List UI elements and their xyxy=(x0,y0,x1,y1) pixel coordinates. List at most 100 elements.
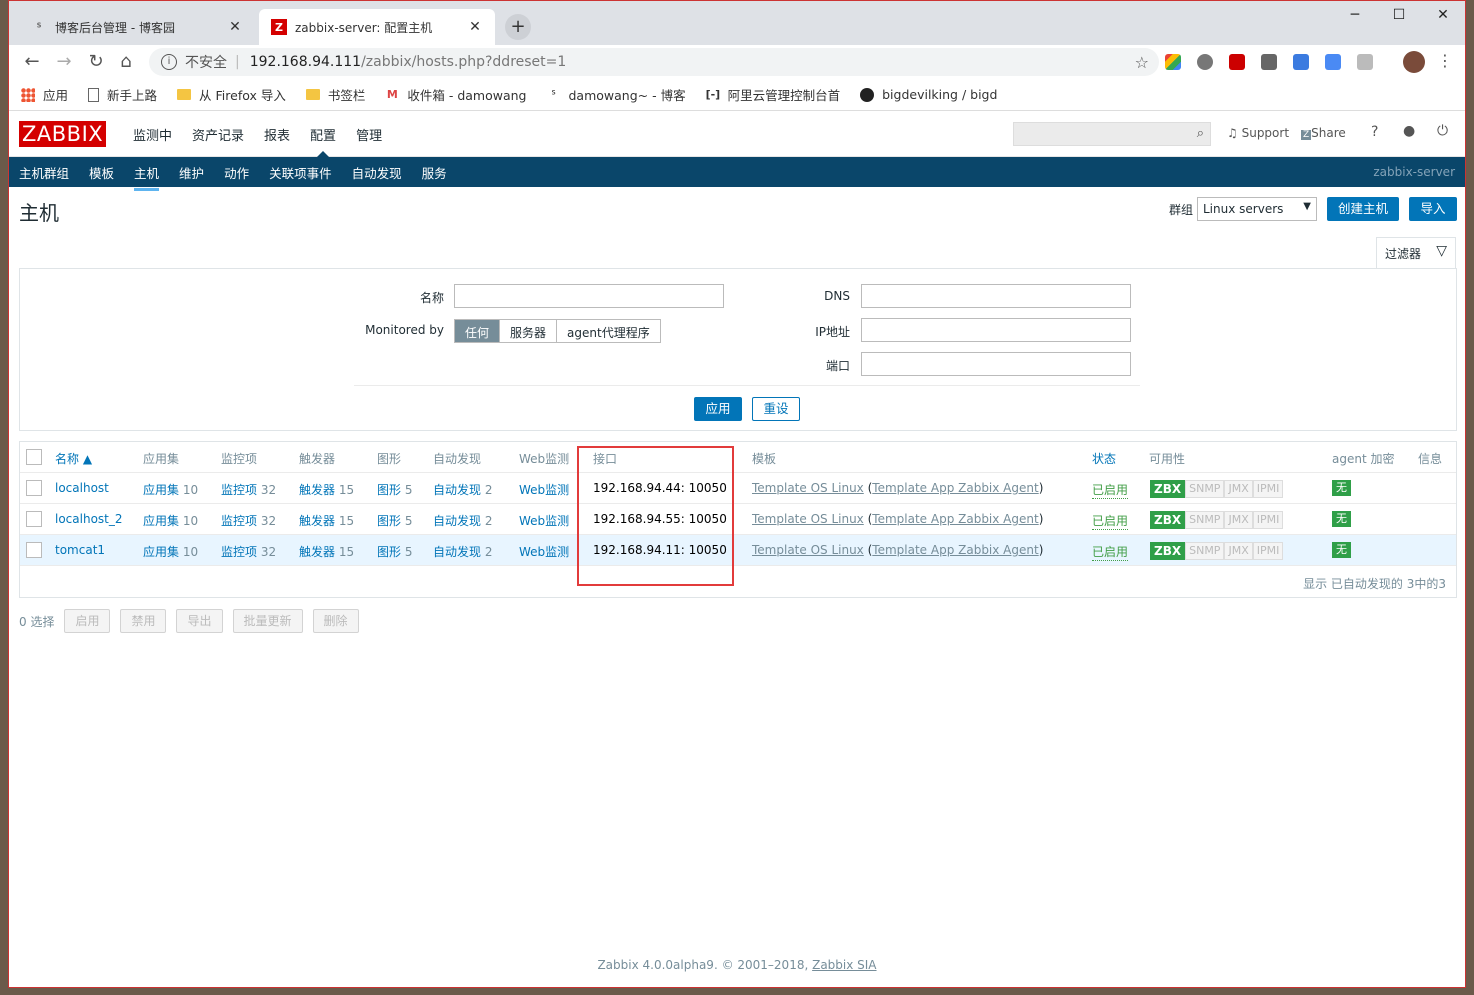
template-link[interactable]: Template OS Linux xyxy=(752,512,864,526)
tab-cnblogs[interactable]: ᔆ 博客后台管理 - 博客园 ✕ xyxy=(19,9,255,45)
power-icon[interactable]: ⏻ xyxy=(1437,123,1448,139)
home-icon[interactable]: ⌂ xyxy=(115,51,137,73)
delete-button[interactable]: 删除 xyxy=(312,609,359,633)
web-link[interactable]: Web监测 xyxy=(519,481,569,498)
import-button[interactable]: 导入 xyxy=(1409,197,1457,221)
star-icon[interactable]: ☆ xyxy=(1135,53,1149,72)
extension-icon[interactable] xyxy=(1165,54,1181,70)
graphs-link[interactable]: 图形 5 xyxy=(377,512,412,529)
bookmark-getting-started[interactable]: 新手上路 xyxy=(88,85,157,104)
apps-link[interactable]: 应用集 10 xyxy=(143,543,198,560)
menu-inventory[interactable]: 资产记录 xyxy=(192,125,244,144)
triggers-link[interactable]: 触发器 15 xyxy=(299,543,354,560)
minimize-button[interactable]: ─ xyxy=(1337,7,1373,23)
template-link[interactable]: Template OS Linux xyxy=(752,481,864,495)
template-link[interactable]: Template App Zabbix Agent xyxy=(872,543,1038,557)
menu-reports[interactable]: 报表 xyxy=(264,125,290,144)
menu-icon[interactable]: ⋮ xyxy=(1437,51,1453,70)
avatar[interactable] xyxy=(1403,51,1425,73)
apps-link[interactable]: 应用集 10 xyxy=(143,512,198,529)
status-badge[interactable]: 已启用 xyxy=(1092,481,1129,499)
disable-button[interactable]: 禁用 xyxy=(120,609,167,633)
search-input[interactable]: ⌕ xyxy=(1013,122,1211,146)
submenu-discovery[interactable]: 自动发现 xyxy=(352,163,402,182)
discovery-link[interactable]: 自动发现 2 xyxy=(433,543,492,560)
close-window-button[interactable]: ✕ xyxy=(1425,7,1461,23)
port-input[interactable] xyxy=(861,352,1131,376)
bookmark-cnblogs[interactable]: ᔆ damowang~ - 博客 xyxy=(547,85,685,104)
mass-update-button[interactable]: 批量更新 xyxy=(232,609,303,633)
bookmark-github[interactable]: bigdevilking / bigd xyxy=(860,87,997,102)
extension-icon[interactable] xyxy=(1293,54,1309,70)
template-link[interactable]: Template OS Linux xyxy=(752,543,864,557)
submenu-services[interactable]: 服务 xyxy=(422,163,447,182)
footer-link[interactable]: Zabbix SIA xyxy=(812,958,876,972)
create-host-button[interactable]: 创建主机 xyxy=(1327,197,1399,221)
submenu-host-groups[interactable]: 主机群组 xyxy=(19,163,69,182)
select-all-checkbox[interactable] xyxy=(26,449,42,465)
items-link[interactable]: 监控项 32 xyxy=(221,512,276,529)
row-checkbox[interactable] xyxy=(26,511,42,527)
monitored-any[interactable]: 任何 xyxy=(455,320,501,342)
extension-icon[interactable] xyxy=(1197,54,1213,70)
row-checkbox[interactable] xyxy=(26,542,42,558)
menu-administration[interactable]: 管理 xyxy=(356,125,382,144)
template-link[interactable]: Template App Zabbix Agent xyxy=(872,481,1038,495)
web-link[interactable]: Web监测 xyxy=(519,543,569,560)
triggers-link[interactable]: 触发器 15 xyxy=(299,512,354,529)
address-bar[interactable]: i 不安全 | 192.168.94.111 /zabbix/hosts.php… xyxy=(149,48,1159,76)
filter-tab[interactable]: 过滤器 ▽ xyxy=(1376,237,1456,269)
group-select[interactable]: Linux servers ▼ xyxy=(1197,197,1317,221)
items-link[interactable]: 监控项 32 xyxy=(221,481,276,498)
monitored-proxy[interactable]: agent代理程序 xyxy=(557,320,660,342)
col-status[interactable]: 状态 xyxy=(1092,450,1116,467)
graphs-link[interactable]: 图形 5 xyxy=(377,481,412,498)
bookmark-aliyun[interactable]: [-] 阿里云管理控制台首 xyxy=(706,85,841,104)
menu-monitoring[interactable]: 监测中 xyxy=(133,125,172,144)
name-input[interactable] xyxy=(454,284,724,308)
zabbix-logo[interactable]: ZABBIX xyxy=(19,121,107,147)
mail-icon[interactable] xyxy=(1261,54,1277,70)
col-name[interactable]: 名称 ▲ xyxy=(55,450,92,467)
graphs-link[interactable]: 图形 5 xyxy=(377,543,412,560)
status-badge[interactable]: 已启用 xyxy=(1092,543,1129,561)
forward-icon[interactable]: → xyxy=(53,51,75,73)
apply-button[interactable]: 应用 xyxy=(694,397,742,421)
close-icon[interactable]: ✕ xyxy=(227,19,243,35)
discovery-link[interactable]: 自动发现 2 xyxy=(433,481,492,498)
items-link[interactable]: 监控项 32 xyxy=(221,543,276,560)
bookmark-firefox-import[interactable]: 从 Firefox 导入 xyxy=(177,85,286,104)
user-icon[interactable]: ● xyxy=(1403,123,1415,139)
enable-button[interactable]: 启用 xyxy=(64,609,111,633)
support-link[interactable]: ♫ Support xyxy=(1227,126,1289,140)
dns-input[interactable] xyxy=(861,284,1131,308)
menu-configuration[interactable]: 配置 xyxy=(310,125,336,158)
new-tab-button[interactable]: + xyxy=(505,14,531,40)
reset-button[interactable]: 重设 xyxy=(752,397,800,421)
triggers-link[interactable]: 触发器 15 xyxy=(299,481,354,498)
host-name-link[interactable]: tomcat1 xyxy=(55,543,105,557)
submenu-templates[interactable]: 模板 xyxy=(89,163,114,182)
host-name-link[interactable]: localhost_2 xyxy=(55,512,123,526)
export-button[interactable]: 导出 xyxy=(176,609,223,633)
bookmark-folder[interactable]: 书签栏 xyxy=(305,85,365,104)
submenu-correlation[interactable]: 关联项事件 xyxy=(269,163,332,182)
submenu-hosts[interactable]: 主机 xyxy=(134,163,160,191)
bookmark-apps[interactable]: 应用 xyxy=(21,85,68,104)
close-icon[interactable]: ✕ xyxy=(467,19,483,35)
discovery-link[interactable]: 自动发现 2 xyxy=(433,512,492,529)
template-link[interactable]: Template App Zabbix Agent xyxy=(872,512,1038,526)
submenu-maintenance[interactable]: 维护 xyxy=(179,163,204,182)
translate-icon[interactable] xyxy=(1325,54,1341,70)
submenu-actions[interactable]: 动作 xyxy=(224,163,249,182)
web-link[interactable]: Web监测 xyxy=(519,512,569,529)
host-name-link[interactable]: localhost xyxy=(55,481,109,495)
youtube-icon[interactable] xyxy=(1229,54,1245,70)
ip-input[interactable] xyxy=(861,318,1131,342)
share-link[interactable]: Z Share xyxy=(1301,126,1346,140)
help-icon[interactable]: ? xyxy=(1371,124,1378,140)
back-icon[interactable]: ← xyxy=(21,51,43,73)
search-icon[interactable]: ⌕ xyxy=(1197,126,1204,141)
monitored-server[interactable]: 服务器 xyxy=(500,320,558,342)
tab-zabbix[interactable]: Z zabbix-server: 配置主机 ✕ xyxy=(259,9,495,45)
